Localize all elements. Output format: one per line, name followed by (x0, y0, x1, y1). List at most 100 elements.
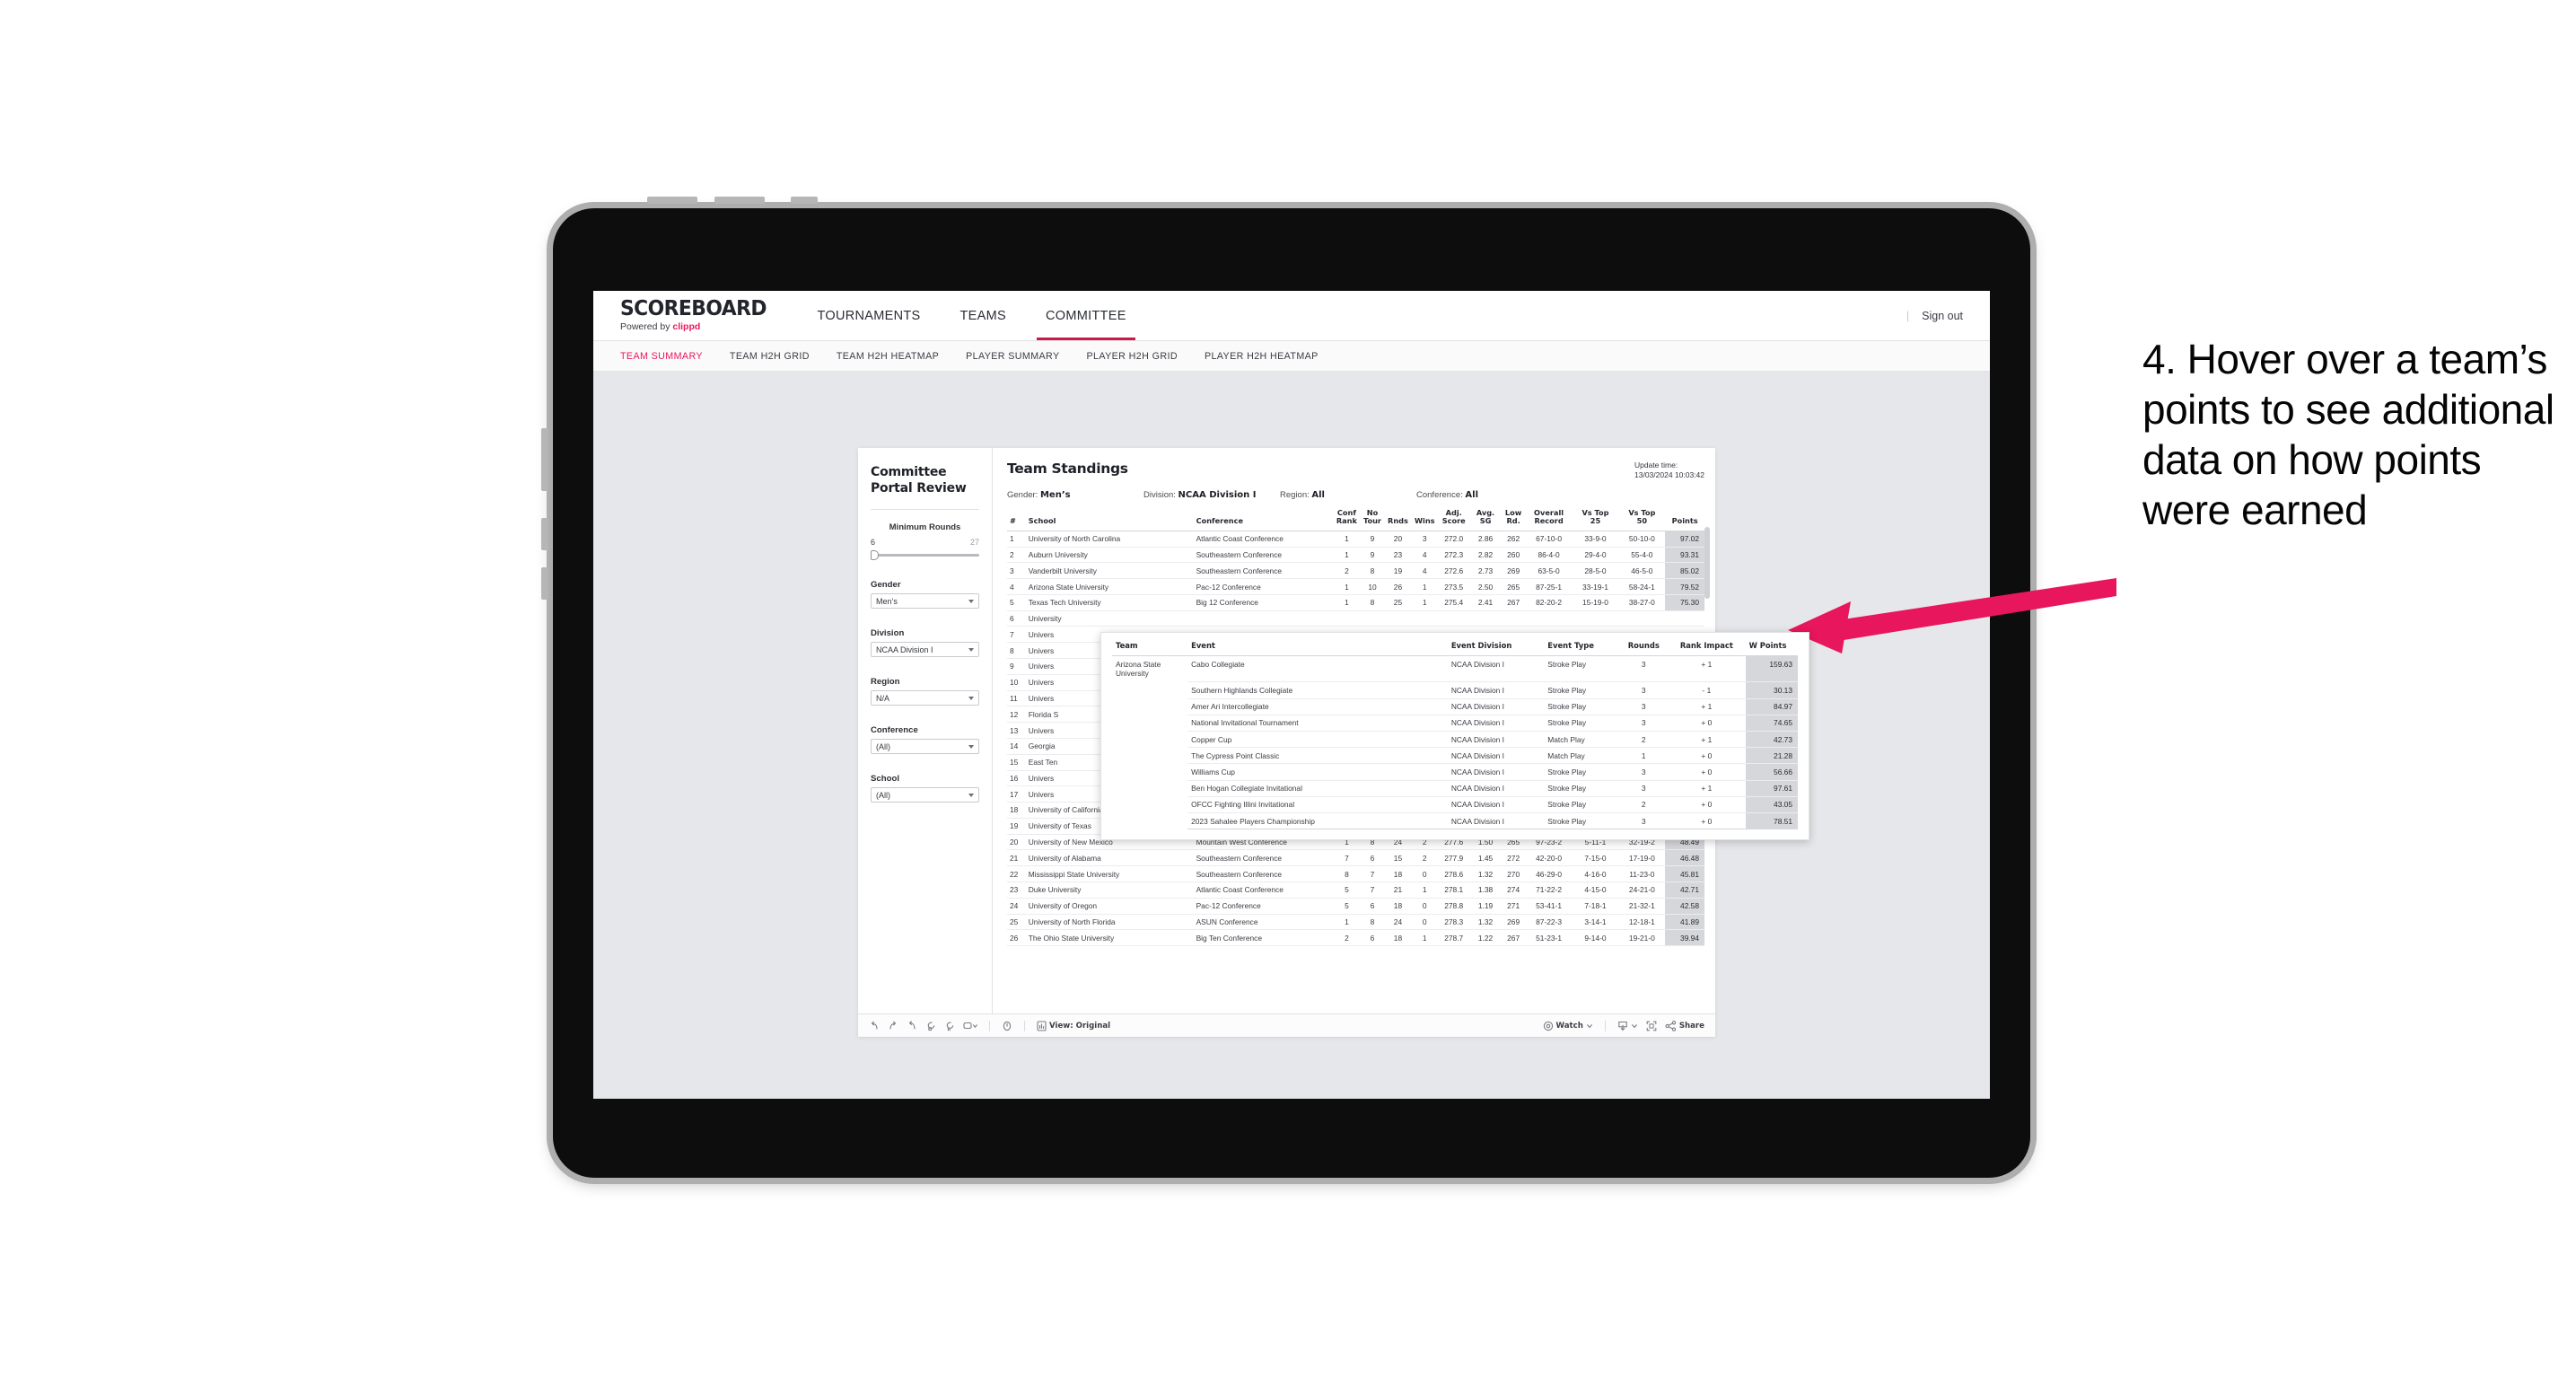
standings-cell-points[interactable]: 42.71 (1665, 882, 1704, 899)
table-row[interactable]: 26 The Ohio State University Big Ten Confe… (1007, 929, 1704, 947)
redo-icon[interactable] (888, 1021, 898, 1031)
col-vs-top-50[interactable]: Vs Top 50 (1618, 508, 1666, 531)
standings-cell-no-tour (1360, 610, 1385, 627)
table-row[interactable]: 2 Auburn University Southeastern Conferenc… (1007, 547, 1704, 564)
standings-cell-rnds: 18 (1384, 929, 1412, 947)
standings-cell-points[interactable]: 41.89 (1665, 914, 1704, 931)
volume-up-button[interactable] (647, 197, 697, 204)
standings-cell-points[interactable]: 45.81 (1665, 865, 1704, 882)
tt-col-w-points: W Points (1745, 641, 1798, 656)
table-row[interactable]: 4 Arizona State University Pac-12 Conferen… (1007, 578, 1704, 595)
standings-cell-conf-rank: 5 (1333, 898, 1361, 915)
col-no-tour[interactable]: No Tour (1360, 508, 1385, 531)
download-button[interactable] (1617, 1021, 1638, 1031)
filter-group-region: Region N/A (871, 677, 979, 706)
undo-icon[interactable] (869, 1021, 880, 1031)
sign-out-link[interactable]: Sign out (1922, 310, 1963, 322)
side-button-2[interactable] (541, 518, 548, 550)
col-points[interactable]: Points (1665, 508, 1704, 531)
table-row[interactable]: 6 University (1007, 610, 1704, 627)
tablet-device-frame: SCOREBOARD Powered by clippd TOURNAMENTS… (541, 197, 2030, 1178)
fullscreen-button[interactable] (1646, 1021, 1657, 1031)
table-row[interactable]: 3 Vanderbilt University Southeastern Confe… (1007, 562, 1704, 580)
tt-col-event-type: Event Type (1544, 641, 1620, 656)
col-adj-score[interactable]: Adj. Score (1438, 508, 1470, 531)
view-original-button[interactable]: View: Original (1037, 1020, 1110, 1031)
standings-cell-low-rd: 260 (1501, 547, 1526, 564)
tooltip-cell-rank-impact: + 1 (1668, 655, 1746, 683)
standings-cell-overall-record (1525, 610, 1573, 627)
col-avg-sg[interactable]: Avg. SG (1469, 508, 1502, 531)
filter-group-gender: Gender Men’s (871, 580, 979, 610)
division-select[interactable]: NCAA Division I (871, 642, 979, 658)
col-conference[interactable]: Conference (1193, 508, 1334, 531)
standings-cell-conf-rank: 8 (1333, 865, 1361, 882)
col-school[interactable]: School (1025, 508, 1194, 531)
standings-cell-avg-sg: 1.19 (1469, 898, 1502, 915)
region-select[interactable]: N/A (871, 690, 979, 706)
revert-icon[interactable] (907, 1020, 917, 1031)
refresh-data-icon[interactable] (925, 1021, 936, 1031)
summary-region-label: Region: (1280, 489, 1310, 500)
tooltip-row: 2023 Sahalee Players Championship NCAA Di… (1112, 812, 1798, 830)
standings-cell-points[interactable]: 46.48 (1665, 849, 1704, 867)
share-button[interactable]: Share (1665, 1020, 1704, 1031)
table-row[interactable]: 5 Texas Tech University Big 12 Conference 1… (1007, 594, 1704, 611)
volume-down-button[interactable] (714, 197, 765, 204)
tooltip-cell-event-type: Stroke Play (1544, 780, 1620, 797)
brand-powered-by: Powered by clippd (620, 322, 775, 332)
school-select[interactable]: (All) (871, 787, 979, 803)
topnav-item-teams[interactable]: TEAMS (941, 291, 1026, 340)
standings-header-row: # School Conference Conf Rank No Tour Rn… (1007, 508, 1704, 531)
standings-cell-conference: Big Ten Conference (1193, 929, 1334, 947)
topnav-item-tournaments[interactable]: TOURNAMENTS (798, 291, 941, 340)
pause-clock-icon[interactable] (1002, 1021, 1012, 1031)
minimum-rounds-slider[interactable] (871, 549, 979, 561)
col-conf-rank[interactable]: Conf Rank (1333, 508, 1361, 531)
tooltip-cell-rank-impact: + 1 (1668, 731, 1746, 749)
device-layout-icon[interactable] (963, 1021, 977, 1031)
table-row[interactable]: 25 University of North Florida ASUN Confer… (1007, 914, 1704, 931)
side-button-3[interactable] (541, 567, 548, 600)
brand-logo[interactable]: SCOREBOARD Powered by clippd (593, 291, 798, 340)
topnav-item-committee[interactable]: COMMITTEE (1026, 291, 1146, 340)
table-row[interactable]: 1 University of North Carolina Atlantic Co… (1007, 531, 1704, 548)
standings-cell-points[interactable]: 42.58 (1665, 898, 1704, 915)
subnav-item-player-summary[interactable]: PLAYER SUMMARY (966, 351, 1059, 362)
standings-cell-wins: 2 (1411, 849, 1439, 867)
standings-cell-vs-top-50: 12-18-1 (1618, 914, 1666, 931)
table-row[interactable]: 23 Duke University Atlantic Coast Conferen… (1007, 882, 1704, 899)
side-button-1[interactable] (541, 428, 548, 491)
standings-cell-vs-top-50: 55-4-0 (1618, 547, 1666, 564)
col-rnds[interactable]: Rnds (1384, 508, 1412, 531)
standings-cell-rank: 13 (1007, 722, 1026, 739)
conference-select[interactable]: (All) (871, 739, 979, 755)
gender-select[interactable]: Men’s (871, 593, 979, 610)
col-rank[interactable]: # (1007, 508, 1026, 531)
subnav-item-player-h2h-heatmap[interactable]: PLAYER H2H HEATMAP (1205, 351, 1319, 362)
subnav-item-team-h2h-heatmap[interactable]: TEAM H2H HEATMAP (837, 351, 939, 362)
conference-selected-value: (All) (876, 741, 890, 751)
col-overall-rec[interactable]: Overall Record (1525, 508, 1573, 531)
table-row[interactable]: 21 University of Alabama Southeastern Conf… (1007, 849, 1704, 867)
standings-cell-wins (1411, 610, 1439, 627)
standings-cell-points[interactable]: 93.31 (1665, 547, 1704, 564)
col-wins[interactable]: Wins (1411, 508, 1439, 531)
subnav-item-player-h2h-grid[interactable]: PLAYER H2H GRID (1087, 351, 1178, 362)
standings-cell-avg-sg: 1.38 (1469, 882, 1502, 899)
watch-button[interactable]: Watch (1543, 1021, 1593, 1031)
power-button[interactable] (791, 197, 818, 204)
standings-cell-points[interactable]: 97.02 (1665, 531, 1704, 548)
col-low-rd[interactable]: Low Rd. (1501, 508, 1526, 531)
col-vs-top-25[interactable]: Vs Top 25 (1572, 508, 1619, 531)
standings-cell-adj-score: 278.3 (1438, 914, 1470, 931)
standings-cell-vs-top-25: 4-16-0 (1572, 865, 1619, 882)
pause-auto-update-icon[interactable] (944, 1021, 955, 1031)
standings-cell-school: Duke University (1025, 882, 1194, 899)
table-row[interactable]: 22 Mississippi State University Southeaste… (1007, 865, 1704, 882)
subnav-item-team-summary[interactable]: TEAM SUMMARY (620, 351, 703, 362)
table-row[interactable]: 24 University of Oregon Pac-12 Conference 5… (1007, 898, 1704, 915)
standings-cell-points[interactable]: 39.94 (1665, 929, 1704, 947)
slider-handle[interactable] (871, 550, 879, 561)
subnav-item-team-h2h-grid[interactable]: TEAM H2H GRID (730, 351, 810, 362)
